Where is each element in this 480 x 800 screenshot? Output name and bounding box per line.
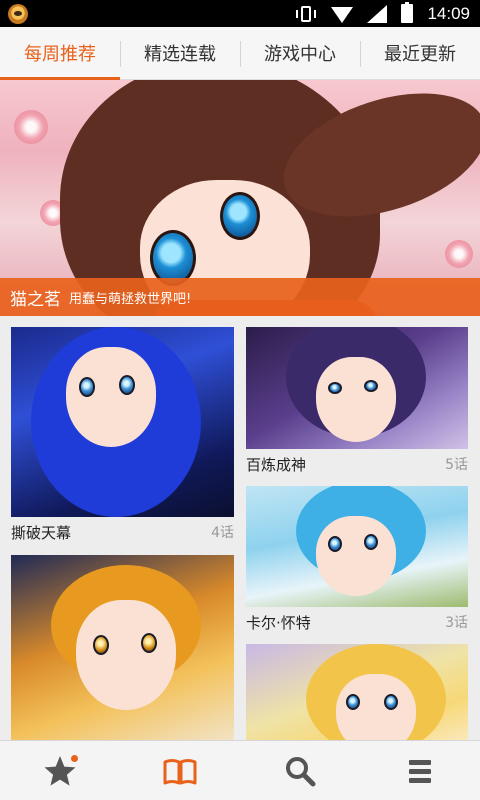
comic-meta: 百炼成神 5话 bbox=[246, 449, 468, 479]
comic-card[interactable]: 撕破天幕 4话 bbox=[11, 327, 234, 547]
tab-game-center[interactable]: 游戏中心 bbox=[240, 27, 360, 79]
cover-art-face bbox=[316, 516, 396, 596]
status-time: 14:09 bbox=[427, 3, 470, 23]
cover-art-eye bbox=[119, 375, 135, 395]
comic-card[interactable] bbox=[11, 555, 234, 740]
comic-chapter-count: 4话 bbox=[211, 525, 234, 541]
app-notification-icon bbox=[8, 4, 28, 24]
search-icon bbox=[286, 756, 316, 786]
banner-subtitle: 用蠢与萌拯救世界吧! bbox=[69, 291, 192, 307]
cover-art-face bbox=[66, 347, 156, 447]
tab-recent-updates[interactable]: 最近更新 bbox=[360, 27, 480, 79]
cover-art-face bbox=[76, 600, 176, 710]
book-icon bbox=[163, 758, 197, 784]
comic-meta: 撕破天幕 4话 bbox=[11, 517, 234, 547]
nav-library[interactable] bbox=[120, 741, 240, 800]
status-bar: × 14:09 bbox=[0, 0, 480, 27]
blossom-decoration bbox=[14, 110, 48, 144]
comic-card[interactable]: 卡尔·怀特 3话 bbox=[246, 486, 468, 638]
comic-cover bbox=[246, 327, 468, 449]
cover-art-eye bbox=[384, 694, 398, 710]
comic-cover bbox=[11, 327, 234, 517]
menu-icon bbox=[409, 759, 431, 783]
banner-caption: 猫之茗 用蠢与萌拯救世界吧! bbox=[0, 278, 480, 316]
cover-art-eye bbox=[79, 377, 95, 397]
comic-meta: 卡尔·怀特 3话 bbox=[246, 607, 468, 637]
comic-cover bbox=[246, 486, 468, 607]
battery-icon bbox=[401, 2, 414, 23]
comic-cover bbox=[246, 644, 468, 740]
cover-art-eye bbox=[93, 635, 109, 655]
blossom-decoration bbox=[445, 240, 473, 268]
vibrate-icon bbox=[295, 5, 317, 23]
cover-art-eye bbox=[328, 536, 342, 552]
cover-art-eye bbox=[141, 633, 157, 653]
status-icons: × 14:09 bbox=[295, 2, 470, 24]
nav-favorites[interactable] bbox=[0, 741, 120, 800]
top-tab-bar: 每周推荐 精选连载 游戏中心 最近更新 bbox=[0, 27, 480, 80]
cover-art-eye bbox=[328, 382, 342, 394]
comic-title: 卡尔·怀特 bbox=[246, 613, 311, 632]
banner-art-eye bbox=[220, 192, 260, 240]
cover-art-face bbox=[316, 357, 396, 442]
nav-menu[interactable] bbox=[360, 741, 480, 800]
signal-icon bbox=[367, 4, 388, 23]
cover-art-eye bbox=[346, 694, 360, 710]
tab-weekly-recommend[interactable]: 每周推荐 bbox=[0, 27, 120, 80]
comic-card[interactable] bbox=[246, 644, 468, 740]
cover-art-eye bbox=[364, 534, 378, 550]
nav-search[interactable] bbox=[240, 741, 360, 800]
featured-banner[interactable]: 猫之茗 用蠢与萌拯救世界吧! bbox=[0, 80, 480, 316]
comic-chapter-count: 5话 bbox=[445, 457, 468, 473]
cover-art-eye bbox=[364, 380, 378, 392]
notification-dot bbox=[71, 755, 78, 762]
bottom-navigation bbox=[0, 740, 480, 800]
comic-chapter-count: 3话 bbox=[445, 615, 468, 631]
tab-featured-serial[interactable]: 精选连载 bbox=[120, 27, 240, 79]
banner-title: 猫之茗 bbox=[10, 289, 61, 310]
comic-cover bbox=[11, 555, 234, 740]
comic-title: 撕破天幕 bbox=[11, 523, 72, 542]
wifi-icon: × bbox=[331, 5, 354, 23]
comic-title: 百炼成神 bbox=[246, 455, 307, 474]
comic-card[interactable]: 百炼成神 5话 bbox=[246, 327, 468, 480]
comic-grid: 撕破天幕 4话 百炼成神 5话 卡尔·怀特 3话 bbox=[0, 316, 480, 740]
